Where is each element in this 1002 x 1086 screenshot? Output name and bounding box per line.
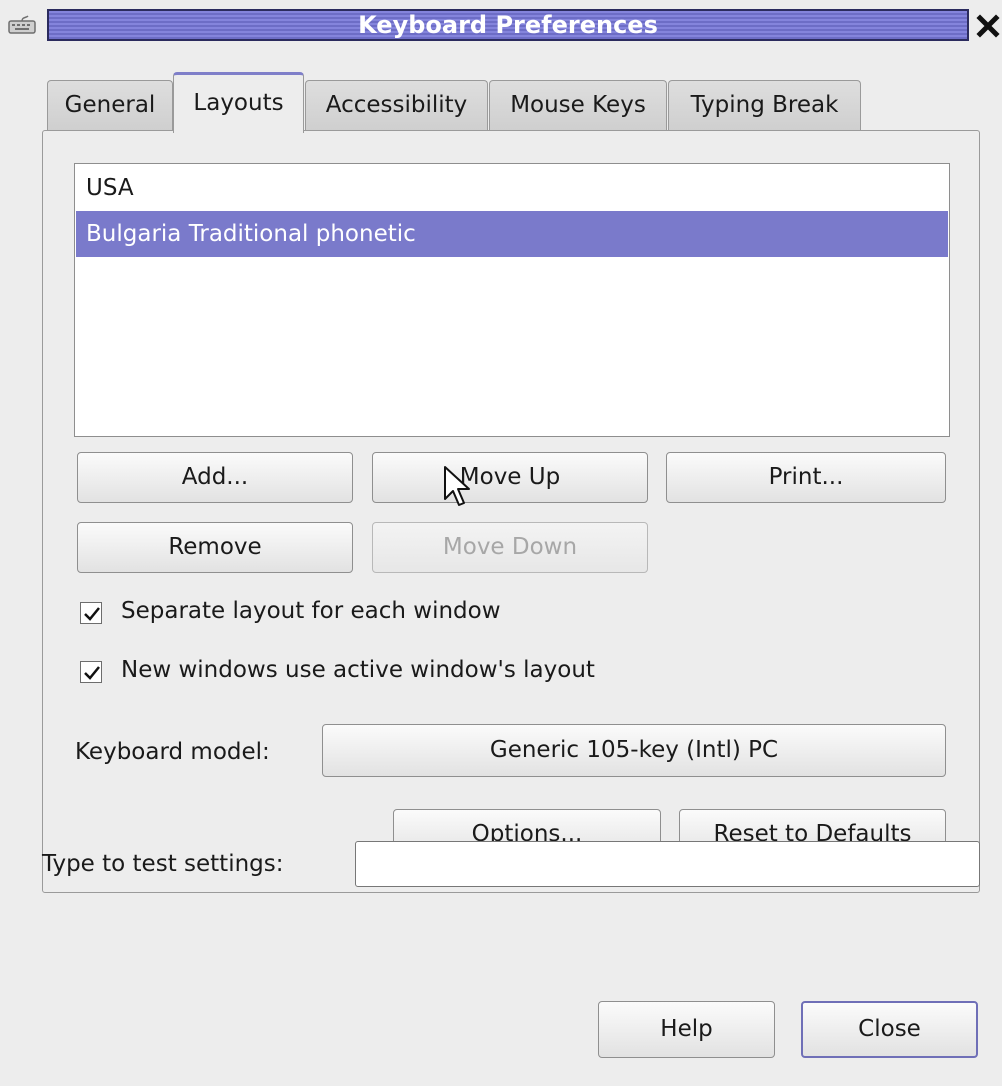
tab-accessibility[interactable]: Accessibility	[305, 80, 488, 130]
tab-label: General	[64, 92, 156, 118]
new-windows-label[interactable]: New windows use active window's layout	[121, 657, 595, 683]
add-button-label: Add...	[181, 464, 249, 490]
print-button[interactable]: Print...	[666, 452, 946, 503]
move-up-button[interactable]: Move Up	[372, 452, 648, 503]
checkmark-icon	[84, 666, 100, 680]
keyboard-model-value: Generic 105-key (Intl) PC	[489, 737, 779, 763]
remove-button-label: Remove	[168, 534, 262, 560]
help-button[interactable]: Help	[598, 1001, 775, 1058]
help-button-label: Help	[660, 1016, 713, 1042]
tab-label: Accessibility	[325, 92, 468, 118]
keyboard-model-label: Keyboard model:	[75, 739, 270, 765]
list-item-selected[interactable]: Bulgaria Traditional phonetic	[76, 211, 948, 257]
move-down-button-label: Move Down	[442, 534, 578, 560]
test-settings-input[interactable]	[355, 841, 980, 887]
keyboard-model-button[interactable]: Generic 105-key (Intl) PC	[322, 724, 946, 777]
tab-label: Layouts	[193, 90, 284, 116]
close-icon[interactable]	[974, 8, 1002, 42]
add-button[interactable]: Add...	[77, 452, 353, 503]
test-settings-label: Type to test settings:	[42, 851, 284, 877]
tab-label: Typing Break	[690, 92, 839, 118]
tab-label: Mouse Keys	[510, 92, 646, 118]
remove-button[interactable]: Remove	[77, 522, 353, 573]
print-button-label: Print...	[768, 464, 844, 490]
close-button[interactable]: Close	[801, 1001, 978, 1058]
separate-layout-label[interactable]: Separate layout for each window	[121, 598, 501, 624]
keyboard-icon[interactable]	[8, 15, 38, 35]
window-title: Keyboard Preferences	[47, 9, 969, 41]
tab-mouse-keys[interactable]: Mouse Keys	[489, 80, 667, 130]
layouts-list[interactable]: USA Bulgaria Traditional phonetic	[74, 163, 950, 437]
close-button-label: Close	[858, 1016, 921, 1042]
title-bar[interactable]: Keyboard Preferences	[0, 0, 1002, 50]
separate-layout-checkbox[interactable]	[80, 602, 102, 624]
mouse-pointer-icon	[444, 466, 470, 506]
tab-general[interactable]: General	[47, 80, 173, 130]
list-item[interactable]: USA	[76, 165, 948, 211]
tab-layouts[interactable]: Layouts	[173, 72, 304, 133]
checkmark-icon	[84, 607, 100, 621]
new-windows-checkbox[interactable]	[80, 661, 102, 683]
tab-typing-break[interactable]: Typing Break	[668, 80, 861, 130]
move-down-button[interactable]: Move Down	[372, 522, 648, 573]
